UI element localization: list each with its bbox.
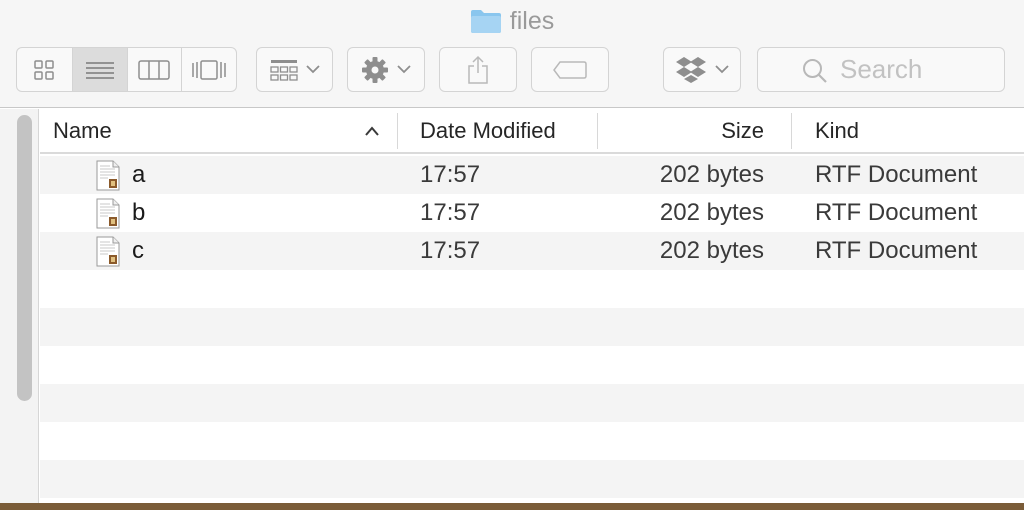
search-input[interactable]: Search <box>757 47 1005 92</box>
column-header-date[interactable]: Date Modified <box>420 109 556 152</box>
dropbox-icon <box>676 56 706 83</box>
sidebar-scrollbar[interactable] <box>17 115 32 401</box>
chevron-down-icon <box>305 65 320 74</box>
tag-button[interactable] <box>531 47 609 92</box>
arrange-icon <box>269 59 298 81</box>
desktop-background-edge <box>0 503 1024 510</box>
action-button[interactable] <box>347 47 425 92</box>
share-button[interactable] <box>439 47 517 92</box>
file-name: c <box>132 237 144 264</box>
search-icon <box>803 59 827 83</box>
file-date: 17:57 <box>420 237 481 264</box>
dropbox-button[interactable] <box>663 47 741 92</box>
empty-row <box>40 308 1024 346</box>
file-name: b <box>132 199 146 226</box>
arrange-button[interactable] <box>256 47 333 92</box>
file-row[interactable]: c 17:57 202 bytes RTF Document <box>40 232 1024 270</box>
file-name: a <box>132 161 146 188</box>
empty-row <box>40 270 1024 308</box>
file-list: a 17:57 202 bytes RTF Document b 17:57 2… <box>40 156 1024 498</box>
list-view-icon <box>85 61 114 79</box>
search-placeholder: Search <box>840 54 923 84</box>
file-row[interactable]: a 17:57 202 bytes RTF Document <box>40 156 1024 194</box>
tag-icon <box>553 60 587 79</box>
file-date: 17:57 <box>420 161 481 188</box>
column-separator[interactable] <box>397 113 398 149</box>
file-kind: RTF Document <box>815 199 978 226</box>
column-header-name[interactable]: Name <box>53 109 112 152</box>
window-title: files <box>509 6 555 35</box>
window-title-area: files <box>0 6 1024 36</box>
file-date: 17:57 <box>420 199 481 226</box>
icon-view-icon <box>34 59 54 80</box>
file-size: 202 bytes <box>659 237 764 264</box>
empty-row <box>40 460 1024 498</box>
rtf-document-icon <box>96 198 120 229</box>
finder-titlebar: files Search <box>0 0 1024 108</box>
file-size: 202 bytes <box>659 199 764 226</box>
file-row[interactable]: b 17:57 202 bytes RTF Document <box>40 194 1024 232</box>
sort-ascending-icon[interactable] <box>364 109 380 152</box>
column-header-kind[interactable]: Kind <box>815 109 859 152</box>
empty-row <box>40 422 1024 460</box>
cover-flow-icon <box>192 59 226 80</box>
icon-view-button[interactable] <box>17 48 73 91</box>
list-view-button[interactable] <box>72 48 128 91</box>
column-header-size[interactable]: Size <box>600 109 764 152</box>
column-separator[interactable] <box>597 113 598 149</box>
view-mode-control[interactable] <box>16 47 237 92</box>
rtf-document-icon <box>96 236 120 267</box>
empty-row <box>40 384 1024 422</box>
rtf-document-icon <box>96 160 120 191</box>
share-icon <box>468 55 488 84</box>
folder-icon <box>470 8 502 34</box>
file-kind: RTF Document <box>815 161 978 188</box>
chevron-down-icon <box>397 65 411 74</box>
file-size: 202 bytes <box>659 161 764 188</box>
file-kind: RTF Document <box>815 237 978 264</box>
cover-flow-button[interactable] <box>182 48 236 91</box>
chevron-down-icon <box>715 65 729 74</box>
gear-icon <box>362 56 388 83</box>
column-view-button[interactable] <box>128 48 182 91</box>
column-view-icon <box>138 59 170 80</box>
empty-row <box>40 346 1024 384</box>
column-header: Name Date Modified Size Kind <box>40 109 1024 154</box>
column-separator[interactable] <box>791 113 792 149</box>
